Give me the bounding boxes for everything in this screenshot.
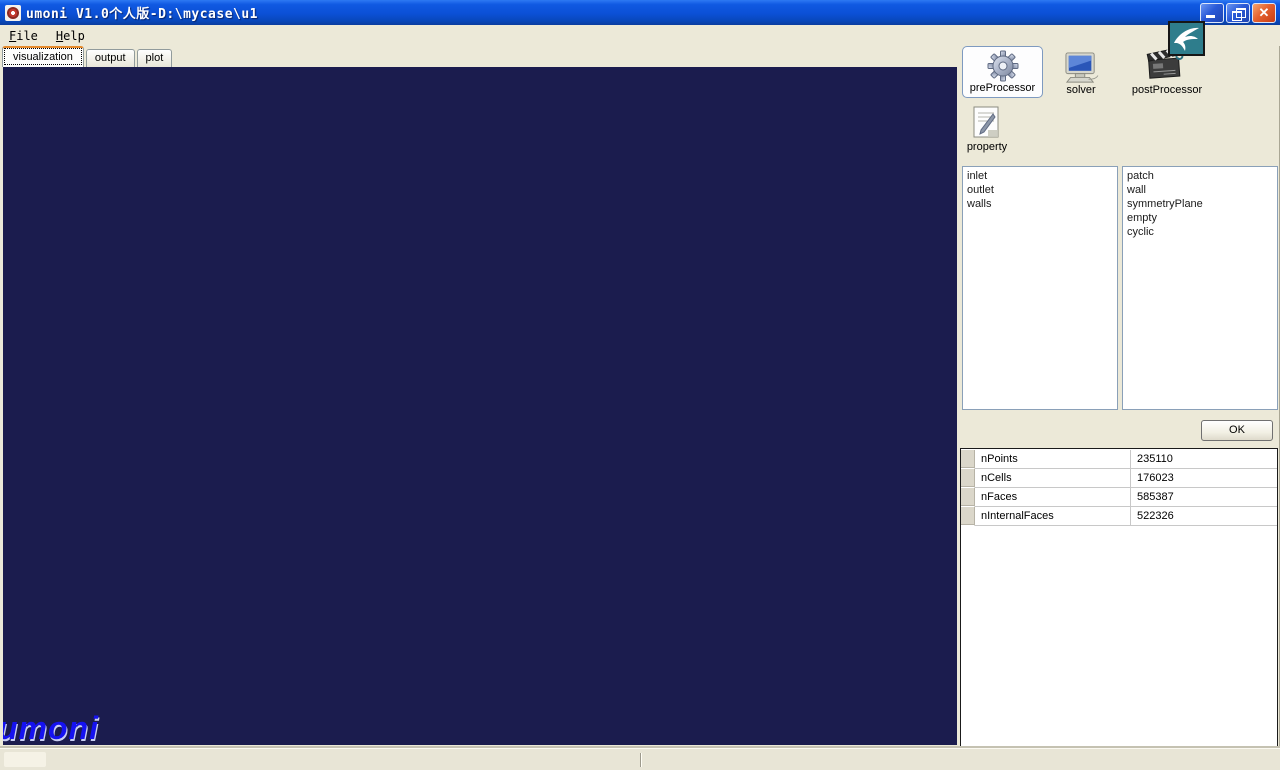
gear-icon [987,50,1018,82]
status-section-left [4,752,46,767]
list-item[interactable]: wall [1123,183,1277,197]
status-bar [0,748,1280,770]
mesh-stats-table: nPoints 235110 nCells 176023 nFaces 5853… [975,450,1277,526]
patch-type-list: patch wall symmetryPlane empty cyclic [1122,166,1278,410]
status-divider [640,753,642,767]
list-item[interactable]: outlet [963,183,1117,197]
tab-visualization[interactable]: visualization [2,46,84,67]
solver-label[interactable]: solver [1051,84,1111,96]
tab-plot[interactable]: plot [136,49,173,67]
stat-value: 585387 [1137,491,1174,503]
stat-name: nInternalFaces [975,507,1131,525]
menu-file[interactable]: File [0,27,47,45]
app-window: { "window": { "title": "umoni V1.0个人版-D:… [0,0,1280,770]
table-row[interactable]: nInternalFaces 522326 [975,507,1277,526]
list-item[interactable]: inlet [963,169,1117,183]
table-vertical-header [961,450,975,526]
preprocessor-label: preProcessor [969,82,1036,94]
stat-name: nCells [975,469,1131,487]
list-item[interactable]: symmetryPlane [1123,197,1277,211]
ok-button[interactable]: OK [1201,420,1273,441]
menu-help[interactable]: Help [47,27,94,45]
tab-bar: visualization output plot [2,46,174,67]
monitor-icon[interactable] [1062,52,1100,84]
stat-value: 522326 [1137,510,1174,522]
list-item[interactable]: patch [1123,169,1277,183]
stat-name: nPoints [975,450,1131,468]
document-icon[interactable] [971,106,1001,139]
control-panel: preProcessor solver postProcessor proper… [958,0,1280,770]
window-title: umoni V1.0个人版-D:\mycase\u1 [26,7,259,22]
list-item[interactable]: walls [963,197,1117,211]
preprocessor-button[interactable]: preProcessor [962,46,1043,98]
mesh-stats-panel: nPoints 235110 nCells 176023 nFaces 5853… [960,448,1278,747]
boundary-list: inlet outlet walls [962,166,1118,410]
viewport-watermark: umoni [3,710,99,745]
table-row[interactable]: nCells 176023 [975,469,1277,488]
render-viewport[interactable]: umoni [3,67,957,745]
list-item[interactable]: empty [1123,211,1277,225]
stat-name: nFaces [975,488,1131,506]
property-label[interactable]: property [960,141,1014,153]
stat-value: 235110 [1137,453,1173,465]
table-row[interactable]: nPoints 235110 [975,450,1277,469]
stat-value: 176023 [1137,472,1174,484]
table-row[interactable]: nFaces 585387 [975,488,1277,507]
postprocessor-label[interactable]: postProcessor [1126,84,1208,96]
app-icon [5,4,21,21]
swallow-logo-icon [1168,21,1205,56]
tab-output[interactable]: output [85,49,135,67]
list-item[interactable]: cyclic [1123,225,1277,239]
